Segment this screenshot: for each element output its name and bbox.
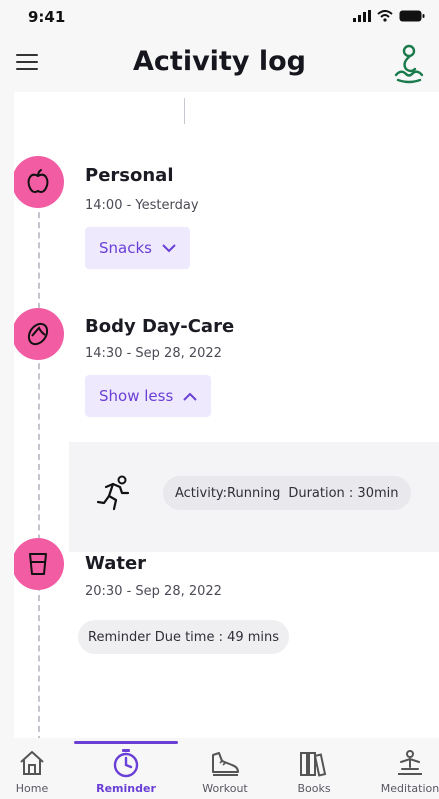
- chip-label: Snacks: [99, 239, 152, 257]
- event-title: Personal: [85, 165, 174, 186]
- timeline-connector: [38, 182, 40, 738]
- status-time: 9:41: [28, 8, 66, 26]
- activity-details-panel: Activity:Running Duration : 30min: [69, 442, 439, 552]
- nav-books[interactable]: Books: [270, 738, 358, 799]
- nav-label: Books: [297, 782, 331, 795]
- event-time: 14:00 - Yesterday: [85, 198, 199, 213]
- event-icon-bg: [14, 538, 64, 590]
- bottom-nav: Home Reminder Workout Books Meditation: [0, 738, 439, 799]
- chevron-down-icon: [162, 243, 176, 252]
- battery-icon: [399, 10, 425, 22]
- activity-detail-pill: Activity:Running Duration : 30min: [163, 476, 411, 510]
- profile-button[interactable]: [387, 42, 431, 86]
- divider: [184, 98, 185, 124]
- meditation-icon: [398, 750, 422, 775]
- event-icon-bg: [14, 156, 64, 208]
- running-icon: [96, 475, 130, 511]
- apple-icon: [27, 169, 49, 193]
- reminder-due-pill: Reminder Due time : 49 mins: [78, 620, 290, 654]
- glass-icon: [29, 553, 47, 575]
- activity-duration: Duration : 30min: [288, 485, 399, 501]
- event-time: 20:30 - Sep 28, 2022: [85, 584, 222, 599]
- page-title: Activity log: [133, 46, 306, 77]
- activity-timeline: Personal 14:00 - Yesterday Snacks Body D…: [14, 92, 439, 738]
- event-title: Water: [85, 553, 147, 574]
- chip-label: Show less: [99, 387, 174, 405]
- nav-reminder[interactable]: Reminder: [82, 738, 170, 799]
- snacks-dropdown-button[interactable]: Snacks: [85, 227, 190, 269]
- status-bar: 9:41: [0, 0, 439, 36]
- event-title: Body Day-Care: [85, 316, 235, 337]
- app-header: Activity log: [0, 36, 439, 92]
- nav-workout[interactable]: Workout: [181, 738, 269, 799]
- activity-type: Activity:Running: [175, 485, 281, 501]
- flip-flop-icon: [27, 322, 49, 346]
- reminder-text: Reminder Due time : 49 mins: [88, 629, 280, 645]
- status-icons: [353, 10, 425, 22]
- shoe-icon: [212, 752, 239, 776]
- event-icon-bg: [14, 308, 64, 360]
- nav-label: Home: [15, 782, 49, 795]
- show-less-button[interactable]: Show less: [85, 375, 212, 417]
- nav-label: Workout: [202, 782, 248, 795]
- nav-label: Reminder: [96, 782, 156, 795]
- signal-icon: [353, 10, 371, 22]
- books-icon: [300, 752, 327, 777]
- nav-home[interactable]: Home: [0, 738, 76, 799]
- home-icon: [20, 751, 44, 775]
- nav-meditation[interactable]: Meditation: [366, 738, 439, 799]
- meditation-logo-icon: [394, 44, 424, 84]
- wifi-icon: [377, 10, 393, 22]
- timer-icon: [113, 749, 139, 778]
- chevron-up-icon: [183, 392, 197, 401]
- event-time: 14:30 - Sep 28, 2022: [85, 346, 222, 361]
- nav-label: Meditation: [380, 782, 439, 795]
